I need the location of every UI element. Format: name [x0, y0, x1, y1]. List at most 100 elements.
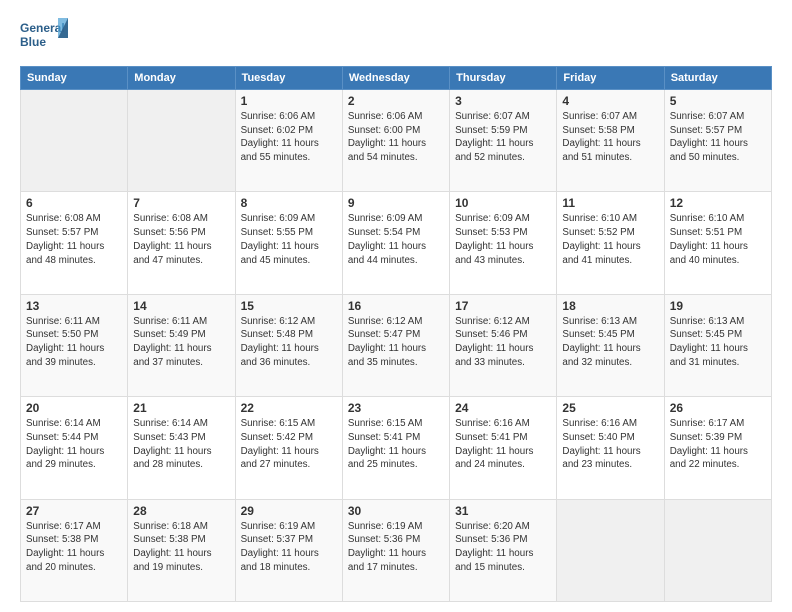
day-info: Sunrise: 6:12 AMSunset: 5:47 PMDaylight:…: [348, 315, 444, 370]
day-cell: 22 Sunrise: 6:15 AMSunset: 5:42 PMDayligh…: [235, 397, 342, 499]
day-cell: 30Sunrise: 6:19 AMSunset: 5:36 PMDayligh…: [342, 499, 449, 601]
day-cell: 10 Sunrise: 6:09 AMSunset: 5:53 PMDayligh…: [450, 192, 557, 294]
day-info: Sunrise: 6:09 AMSunset: 5:55 PMDaylight:…: [241, 212, 337, 267]
day-cell: 25 Sunrise: 6:16 AMSunset: 5:40 PMDayligh…: [557, 397, 664, 499]
day-number: 29: [241, 504, 337, 518]
day-cell: 18 Sunrise: 6:13 AMSunset: 5:45 PMDayligh…: [557, 294, 664, 396]
day-info: Sunrise: 6:20 AMSunset: 5:36 PMDaylight:…: [455, 520, 551, 575]
day-info: Sunrise: 6:14 AMSunset: 5:44 PMDaylight:…: [26, 417, 122, 472]
day-number: 6: [26, 196, 122, 210]
day-cell: [664, 499, 771, 601]
week-row-3: 13 Sunrise: 6:11 AMSunset: 5:50 PMDayligh…: [21, 294, 772, 396]
day-info: Sunrise: 6:09 AMSunset: 5:53 PMDaylight:…: [455, 212, 551, 267]
day-cell: 4Sunrise: 6:07 AMSunset: 5:58 PMDaylight…: [557, 90, 664, 192]
logo-svg: General Blue: [20, 16, 70, 58]
weekday-header-sunday: Sunday: [21, 67, 128, 90]
week-row-4: 20Sunrise: 6:14 AMSunset: 5:44 PMDayligh…: [21, 397, 772, 499]
weekday-header-wednesday: Wednesday: [342, 67, 449, 90]
day-number: 27: [26, 504, 122, 518]
day-info: Sunrise: 6:09 AMSunset: 5:54 PMDaylight:…: [348, 212, 444, 267]
day-number: 25: [562, 401, 658, 415]
day-info: Sunrise: 6:15 AMSunset: 5:41 PMDaylight:…: [348, 417, 444, 472]
day-number: 26: [670, 401, 766, 415]
day-number: 13: [26, 299, 122, 313]
day-cell: 20Sunrise: 6:14 AMSunset: 5:44 PMDayligh…: [21, 397, 128, 499]
weekday-header-saturday: Saturday: [664, 67, 771, 90]
day-info: Sunrise: 6:10 AMSunset: 5:51 PMDaylight:…: [670, 212, 766, 267]
day-number: 7: [133, 196, 229, 210]
weekday-header-monday: Monday: [128, 67, 235, 90]
day-cell: 16 Sunrise: 6:12 AMSunset: 5:47 PMDayligh…: [342, 294, 449, 396]
day-number: 23: [348, 401, 444, 415]
svg-text:Blue: Blue: [20, 35, 46, 49]
day-cell: 28Sunrise: 6:18 AMSunset: 5:38 PMDayligh…: [128, 499, 235, 601]
day-cell: [128, 90, 235, 192]
week-row-2: 6 Sunrise: 6:08 AMSunset: 5:57 PMDaylight…: [21, 192, 772, 294]
day-info: Sunrise: 6:07 AMSunset: 5:59 PMDaylight:…: [455, 110, 551, 165]
day-number: 31: [455, 504, 551, 518]
day-cell: 21 Sunrise: 6:14 AMSunset: 5:43 PMDayligh…: [128, 397, 235, 499]
page: General Blue SundayMondayTuesdayWednesda…: [0, 0, 792, 612]
day-cell: 1 Sunrise: 6:06 AMSunset: 6:02 PMDaylight…: [235, 90, 342, 192]
day-number: 8: [241, 196, 337, 210]
day-number: 21: [133, 401, 229, 415]
day-info: Sunrise: 6:19 AMSunset: 5:37 PMDaylight:…: [241, 520, 337, 575]
day-number: 30: [348, 504, 444, 518]
day-cell: 3 Sunrise: 6:07 AMSunset: 5:59 PMDaylight…: [450, 90, 557, 192]
day-cell: 5Sunrise: 6:07 AMSunset: 5:57 PMDaylight…: [664, 90, 771, 192]
day-cell: 27 Sunrise: 6:17 AMSunset: 5:38 PMDayligh…: [21, 499, 128, 601]
day-number: 2: [348, 94, 444, 108]
day-number: 11: [562, 196, 658, 210]
day-info: Sunrise: 6:08 AMSunset: 5:56 PMDaylight:…: [133, 212, 229, 267]
day-number: 19: [670, 299, 766, 313]
day-info: Sunrise: 6:13 AMSunset: 5:45 PMDaylight:…: [670, 315, 766, 370]
day-info: Sunrise: 6:06 AMSunset: 6:02 PMDaylight:…: [241, 110, 337, 165]
calendar-table: SundayMondayTuesdayWednesdayThursdayFrid…: [20, 66, 772, 602]
day-cell: 19 Sunrise: 6:13 AMSunset: 5:45 PMDayligh…: [664, 294, 771, 396]
day-info: Sunrise: 6:10 AMSunset: 5:52 PMDaylight:…: [562, 212, 658, 267]
day-number: 22: [241, 401, 337, 415]
day-cell: 17Sunrise: 6:12 AMSunset: 5:46 PMDayligh…: [450, 294, 557, 396]
day-cell: 14Sunrise: 6:11 AMSunset: 5:49 PMDayligh…: [128, 294, 235, 396]
day-number: 16: [348, 299, 444, 313]
day-number: 3: [455, 94, 551, 108]
day-cell: [557, 499, 664, 601]
day-info: Sunrise: 6:17 AMSunset: 5:38 PMDaylight:…: [26, 520, 122, 575]
day-info: Sunrise: 6:16 AMSunset: 5:41 PMDaylight:…: [455, 417, 551, 472]
day-cell: 29 Sunrise: 6:19 AMSunset: 5:37 PMDayligh…: [235, 499, 342, 601]
day-cell: 31 Sunrise: 6:20 AMSunset: 5:36 PMDayligh…: [450, 499, 557, 601]
day-cell: 13 Sunrise: 6:11 AMSunset: 5:50 PMDayligh…: [21, 294, 128, 396]
day-cell: 11 Sunrise: 6:10 AMSunset: 5:52 PMDayligh…: [557, 192, 664, 294]
day-info: Sunrise: 6:16 AMSunset: 5:40 PMDaylight:…: [562, 417, 658, 472]
day-number: 4: [562, 94, 658, 108]
day-info: Sunrise: 6:08 AMSunset: 5:57 PMDaylight:…: [26, 212, 122, 267]
day-info: Sunrise: 6:18 AMSunset: 5:38 PMDaylight:…: [133, 520, 229, 575]
weekday-header-thursday: Thursday: [450, 67, 557, 90]
day-info: Sunrise: 6:13 AMSunset: 5:45 PMDaylight:…: [562, 315, 658, 370]
day-number: 9: [348, 196, 444, 210]
day-number: 10: [455, 196, 551, 210]
day-cell: 23 Sunrise: 6:15 AMSunset: 5:41 PMDayligh…: [342, 397, 449, 499]
day-cell: 9 Sunrise: 6:09 AMSunset: 5:54 PMDaylight…: [342, 192, 449, 294]
day-cell: 12Sunrise: 6:10 AMSunset: 5:51 PMDayligh…: [664, 192, 771, 294]
day-info: Sunrise: 6:11 AMSunset: 5:50 PMDaylight:…: [26, 315, 122, 370]
day-cell: 2 Sunrise: 6:06 AMSunset: 6:00 PMDaylight…: [342, 90, 449, 192]
header: General Blue: [20, 16, 772, 58]
day-cell: 26Sunrise: 6:17 AMSunset: 5:39 PMDayligh…: [664, 397, 771, 499]
day-cell: 8 Sunrise: 6:09 AMSunset: 5:55 PMDaylight…: [235, 192, 342, 294]
day-info: Sunrise: 6:06 AMSunset: 6:00 PMDaylight:…: [348, 110, 444, 165]
week-row-5: 27 Sunrise: 6:17 AMSunset: 5:38 PMDayligh…: [21, 499, 772, 601]
day-number: 1: [241, 94, 337, 108]
day-info: Sunrise: 6:14 AMSunset: 5:43 PMDaylight:…: [133, 417, 229, 472]
day-info: Sunrise: 6:12 AMSunset: 5:48 PMDaylight:…: [241, 315, 337, 370]
day-cell: 24Sunrise: 6:16 AMSunset: 5:41 PMDayligh…: [450, 397, 557, 499]
day-cell: 7 Sunrise: 6:08 AMSunset: 5:56 PMDaylight…: [128, 192, 235, 294]
day-number: 15: [241, 299, 337, 313]
day-number: 18: [562, 299, 658, 313]
day-cell: 15 Sunrise: 6:12 AMSunset: 5:48 PMDayligh…: [235, 294, 342, 396]
day-cell: [21, 90, 128, 192]
day-info: Sunrise: 6:07 AMSunset: 5:57 PMDaylight:…: [670, 110, 766, 165]
day-info: Sunrise: 6:15 AMSunset: 5:42 PMDaylight:…: [241, 417, 337, 472]
day-cell: 6 Sunrise: 6:08 AMSunset: 5:57 PMDaylight…: [21, 192, 128, 294]
day-info: Sunrise: 6:12 AMSunset: 5:46 PMDaylight:…: [455, 315, 551, 370]
